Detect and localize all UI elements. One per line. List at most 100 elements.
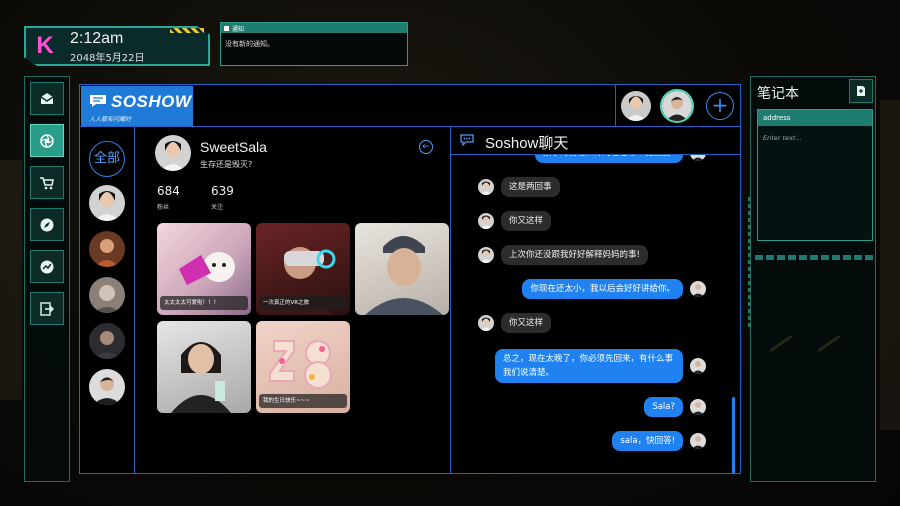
notification-message: 没有新的通知。 xyxy=(225,40,274,48)
avatar xyxy=(478,179,494,195)
notebook-title: 笔记本 xyxy=(757,86,799,102)
chat-panel: Soshow聊天 孩子的前途和你的爸爸哪个更重要? 这是两回事 你又这样 上次你… xyxy=(451,127,740,473)
soshow-app: SOSHOW 人人都有闪耀时 + 全部 SweetSala 生存还是毁灭? ← … xyxy=(79,84,741,474)
message-bubble: 孩子的前途和你的爸爸哪个更重要? xyxy=(534,155,683,163)
cart-icon xyxy=(40,176,54,189)
avatar xyxy=(478,315,494,331)
filter-all-button[interactable]: 全部 xyxy=(89,141,125,177)
followers-label: 粉丝 xyxy=(157,204,170,211)
header-divider xyxy=(615,85,616,127)
message-row: 你又这样 xyxy=(478,211,552,231)
chart-icon xyxy=(40,260,54,273)
notification-icon xyxy=(224,25,229,31)
camera-button[interactable] xyxy=(30,124,64,157)
background-building xyxy=(0,160,22,400)
hazard-stripe xyxy=(170,28,204,33)
brand-tagline: 人人都有闪耀时 xyxy=(89,116,132,123)
stats-button[interactable] xyxy=(30,250,64,283)
message-row: 这是两回事 xyxy=(478,177,560,197)
notebook-divider xyxy=(755,255,873,260)
message-row: 你现在还太小，我以后会好好讲给你。 xyxy=(522,279,706,299)
chat-scrollbar[interactable] xyxy=(732,397,735,473)
contact-item[interactable] xyxy=(89,185,125,221)
header-avatar-dad[interactable] xyxy=(660,89,694,123)
new-note-button[interactable] xyxy=(849,79,873,103)
profile-bio: 生存还是毁灭? xyxy=(200,160,253,169)
avatar xyxy=(690,281,706,297)
profile-name: SweetSala xyxy=(200,139,267,155)
contact-item[interactable] xyxy=(89,231,125,267)
message-row: 孩子的前途和你的爸爸哪个更重要? xyxy=(534,155,706,163)
clock-date: 2048年5月22日 xyxy=(70,53,145,64)
note-text-input[interactable]: Enter text... xyxy=(758,126,872,150)
following-label: 关注 xyxy=(211,204,224,211)
avatar xyxy=(89,185,125,221)
notification-header: 通知 xyxy=(221,23,407,33)
avatar xyxy=(690,399,706,415)
post-caption: 一次真正的VR之旅 xyxy=(259,296,347,310)
message-bubble: 你又这样 xyxy=(501,313,552,333)
notification-panel: 通知 没有新的通知。 xyxy=(220,22,408,66)
post-thumbnail[interactable] xyxy=(157,321,251,413)
post-caption: 太太太太可爱啦！！！ xyxy=(160,296,248,310)
message-row: Sala? xyxy=(644,397,706,417)
avatar xyxy=(662,91,692,121)
post-image xyxy=(171,342,231,413)
contacts-list: 全部 xyxy=(80,127,135,473)
message-bubble: 你现在还太小，我以后会好好讲给你。 xyxy=(522,279,683,299)
avatar xyxy=(89,323,125,359)
message-row: 上次你还没跟我好好解释妈妈的事! xyxy=(478,245,648,265)
post-thumbnail[interactable]: 我的生日快乐~~~ xyxy=(256,321,350,413)
message-bubble: 总之，现在太晚了，你必须先回来，有什么事我们说清楚。 xyxy=(495,349,683,383)
profile-panel: SweetSala 生存还是毁灭? ← 684 粉丝 639 关注 太太太太可爱… xyxy=(135,127,451,473)
avatar xyxy=(690,155,706,161)
add-contact-button[interactable]: + xyxy=(706,92,734,120)
avatar xyxy=(478,247,494,263)
avatar xyxy=(89,231,125,267)
message-row: 总之，现在太晚了，你必须先回来，有什么事我们说清楚。 xyxy=(495,349,706,383)
notification-title: 通知 xyxy=(232,25,245,33)
post-caption: 我的生日快乐~~~ xyxy=(259,394,347,408)
post-thumbnail[interactable] xyxy=(355,223,449,315)
avatar xyxy=(690,358,706,374)
mail-button[interactable] xyxy=(30,82,64,115)
followers-count: 684 xyxy=(157,184,180,198)
message-bubble: 这是两回事 xyxy=(501,177,560,197)
post-thumbnail[interactable]: 太太太太可爱啦！！！ xyxy=(157,223,251,315)
post-image xyxy=(365,236,443,315)
message-bubble: 上次你还没跟我好好解释妈妈的事! xyxy=(501,245,648,265)
avatar xyxy=(89,277,125,313)
app-header: SOSHOW 人人都有闪耀时 + xyxy=(80,85,740,127)
left-nav xyxy=(24,76,70,482)
compass-icon xyxy=(40,218,54,231)
exit-icon xyxy=(40,301,54,316)
note-title: address xyxy=(758,110,872,126)
brand-logo: SOSHOW 人人都有闪耀时 xyxy=(81,86,193,126)
message-row: 你又这样 xyxy=(478,313,552,333)
post-thumbnail[interactable]: 一次真正的VR之旅 xyxy=(256,223,350,315)
message-row: sala，快回答! xyxy=(612,431,706,451)
avatar xyxy=(478,213,494,229)
message-bubble: sala，快回答! xyxy=(612,431,683,451)
back-button[interactable]: ← xyxy=(419,140,433,154)
contact-item[interactable] xyxy=(89,277,125,313)
brand-name: SOSHOW xyxy=(111,92,192,111)
shop-button[interactable] xyxy=(30,166,64,199)
avatar xyxy=(155,135,191,171)
game-logo: K xyxy=(36,32,54,59)
avatar xyxy=(621,91,651,121)
avatar xyxy=(690,433,706,449)
header-avatar-sala[interactable] xyxy=(621,91,651,121)
contact-item[interactable] xyxy=(89,323,125,359)
note-card[interactable]: address Enter text... xyxy=(757,109,873,241)
notebook-edge xyxy=(748,197,751,327)
clock-time: 2:12am xyxy=(70,30,124,47)
profile-avatar xyxy=(155,135,191,171)
exit-button[interactable] xyxy=(30,292,64,325)
message-bubble: 你又这样 xyxy=(501,211,552,231)
contact-item[interactable] xyxy=(89,369,125,405)
chat-bubble-icon xyxy=(90,95,106,107)
map-button[interactable] xyxy=(30,208,64,241)
chat-icon xyxy=(460,134,474,146)
background-building xyxy=(880,100,900,430)
